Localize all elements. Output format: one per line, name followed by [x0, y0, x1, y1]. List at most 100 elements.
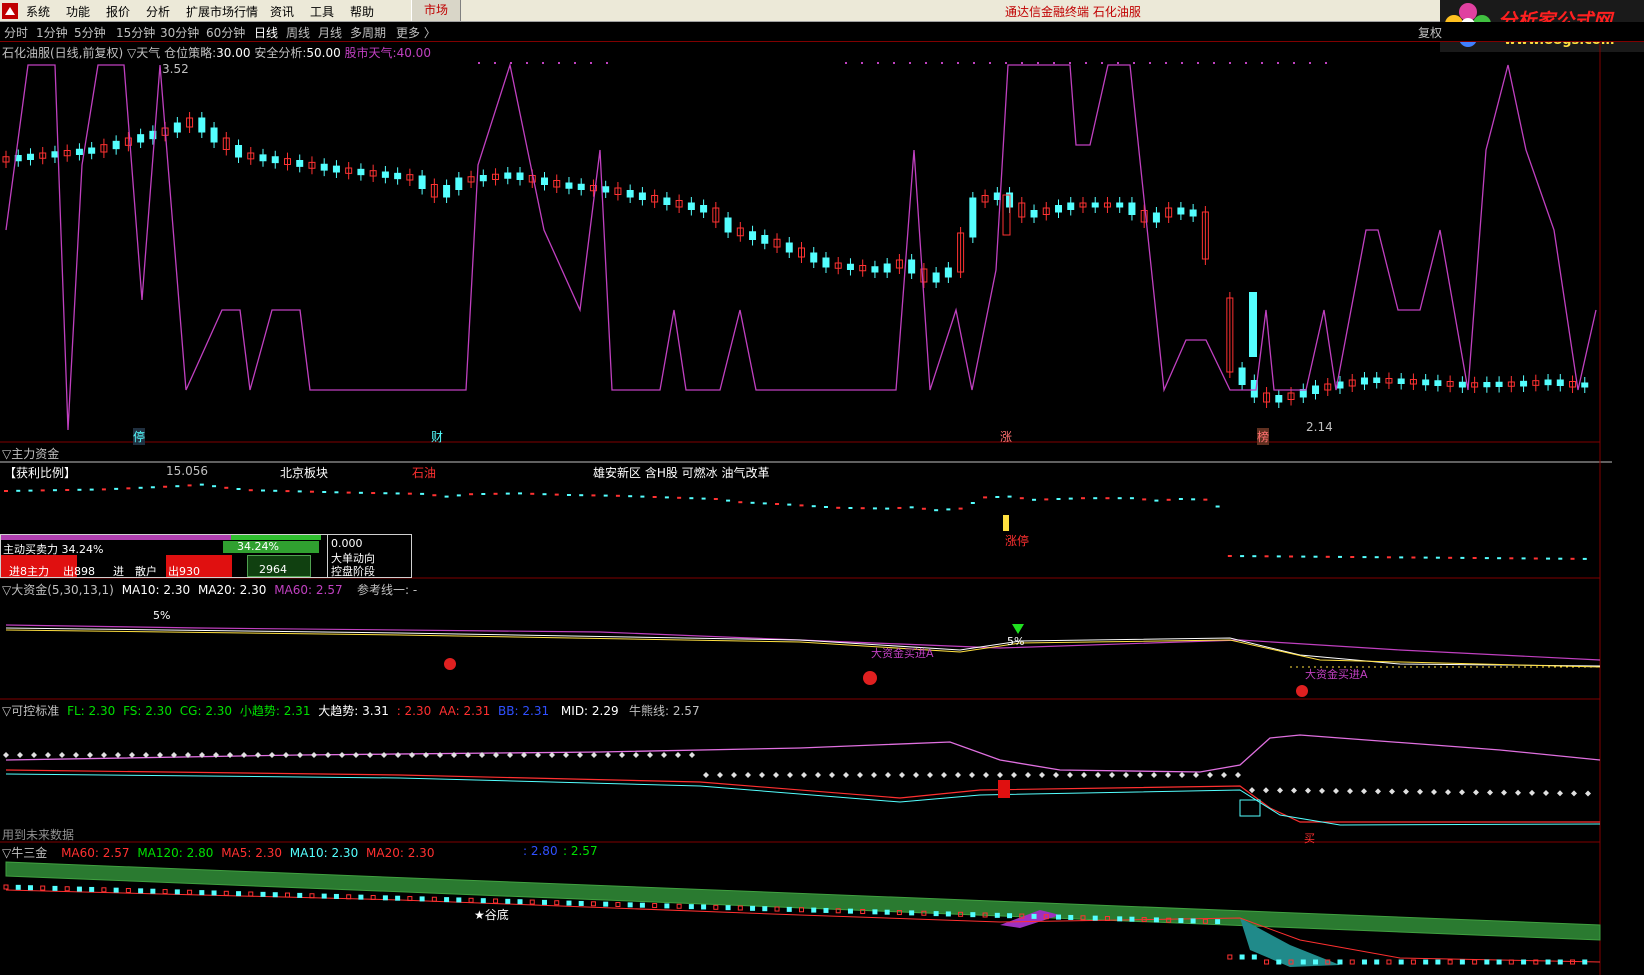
- panel5-title[interactable]: ▽牛三金: [2, 846, 47, 860]
- panel2-title[interactable]: ▽主力资金: [2, 445, 59, 462]
- flow-mark: [248, 489, 253, 492]
- flow-mark: [1166, 498, 1171, 501]
- candle-body: [455, 177, 463, 190]
- main-force-label: 进8主力: [9, 565, 49, 578]
- flow-mark: [444, 495, 449, 498]
- flow-mark: [1533, 557, 1538, 560]
- p4-big: 大趋势: 3.31: [318, 704, 389, 718]
- diamond-dot: [59, 752, 65, 758]
- flow-mark: [334, 491, 339, 494]
- p5-candle: [480, 898, 486, 904]
- sector-label: 北京板块: [280, 466, 329, 480]
- p5-candle: [713, 904, 719, 910]
- flow-mark: [1448, 556, 1453, 559]
- capital-flow-table: 主动买卖力 34.24% 34.24% 进8主力 出898 进 散户 出930 …: [0, 534, 412, 578]
- candle-body: [1091, 202, 1099, 208]
- candle-body: [993, 192, 1001, 200]
- p5-candle: [52, 885, 58, 891]
- candle-body: [1360, 377, 1368, 385]
- p5-candle: [211, 890, 217, 896]
- weather-dot: [1005, 62, 1007, 64]
- p4-aa: AA: 2.31: [439, 704, 491, 718]
- diamond-dot: [1039, 772, 1045, 778]
- p5-candle: [1484, 959, 1490, 965]
- p5-candle: [101, 887, 107, 893]
- p5-ma20: MA20: 2.30: [366, 846, 435, 860]
- diamond-dot: [675, 752, 681, 758]
- diamond-dot: [409, 752, 415, 758]
- candle-body: [112, 140, 120, 150]
- diamond-dot: [1445, 789, 1451, 796]
- candle-body: [173, 122, 181, 133]
- candle-body: [1556, 379, 1564, 386]
- flow-mark: [1337, 555, 1342, 558]
- p5-candle: [248, 891, 254, 897]
- candle-body: [932, 272, 940, 283]
- flow-mark: [163, 485, 168, 488]
- flow-mark: [885, 507, 890, 510]
- diamond-dot: [1249, 787, 1255, 794]
- p5-candle: [994, 912, 1000, 918]
- weather-dot: [1085, 62, 1087, 64]
- p5-ma10: MA10: 2.30: [289, 846, 359, 860]
- flow-mark: [77, 488, 82, 491]
- p5-ma60: MA60: 2.57: [61, 846, 130, 860]
- candle-body: [1152, 212, 1160, 223]
- diamond-dot: [73, 752, 79, 758]
- flow-mark: [750, 501, 755, 504]
- candle-body: [332, 165, 340, 173]
- diamond-dot: [227, 752, 233, 758]
- candle-body: [479, 175, 487, 182]
- candle-body: [883, 263, 891, 273]
- weather-dot: [1213, 62, 1215, 64]
- candle-body: [1483, 382, 1491, 388]
- diamond-dot: [997, 772, 1003, 778]
- trend-line: [5, 773, 1601, 826]
- diamond-dot: [367, 752, 373, 758]
- stock-chart-canvas[interactable]: [0, 0, 1644, 975]
- diamond-dot: [1389, 788, 1395, 795]
- flow-mark: [1044, 498, 1049, 501]
- trend-box: [1239, 799, 1261, 817]
- diamond-dot: [297, 752, 303, 758]
- diamond-dot: [871, 772, 877, 778]
- diamond-dot: [1123, 772, 1129, 778]
- p5-ma120: MA120: 2.80: [137, 846, 214, 860]
- flow-mark: [1435, 556, 1440, 559]
- p5-candle: [113, 887, 119, 893]
- p5-candle: [1190, 918, 1196, 924]
- p3-ref-line: 参考线一: -: [357, 583, 418, 597]
- flow-mark: [811, 505, 816, 508]
- flow-mark: [1215, 505, 1220, 508]
- p5-candle: [1007, 913, 1013, 919]
- candle-body: [320, 163, 328, 171]
- p5-candle: [1557, 959, 1563, 965]
- marker-rank: 榜: [1257, 428, 1270, 445]
- panel4-title[interactable]: ▽可控标准: [2, 704, 59, 718]
- flow-value: 2964: [259, 563, 287, 576]
- weather-dot: [909, 62, 911, 64]
- candle-body: [516, 172, 524, 180]
- flow-mark: [1178, 498, 1183, 500]
- flow-mark: [1019, 497, 1024, 500]
- candle-body: [137, 134, 145, 143]
- candle-body: [577, 183, 585, 190]
- p4-mid: MID: 2.29: [560, 704, 619, 718]
- panel3-title[interactable]: ▽大资金(5,30,13,1): [2, 583, 114, 597]
- flow-mark: [677, 496, 682, 499]
- p4-bb: BB: 2.31: [498, 704, 550, 718]
- flow-mark: [175, 485, 180, 488]
- p5-candle: [554, 900, 560, 906]
- flow-mark: [836, 506, 841, 509]
- flow-mark: [652, 496, 657, 498]
- diamond-dot: [437, 752, 443, 758]
- diamond-dot: [1501, 789, 1507, 796]
- p4-cg: CG: 2.30: [179, 704, 233, 718]
- flow-mark: [701, 497, 706, 500]
- flow-mark: [1570, 557, 1575, 560]
- flow-mark: [493, 492, 498, 495]
- diamond-dot: [1207, 772, 1213, 778]
- diamond-dot: [1417, 788, 1423, 795]
- flow-mark: [1497, 557, 1502, 560]
- diamond-dot: [311, 752, 317, 758]
